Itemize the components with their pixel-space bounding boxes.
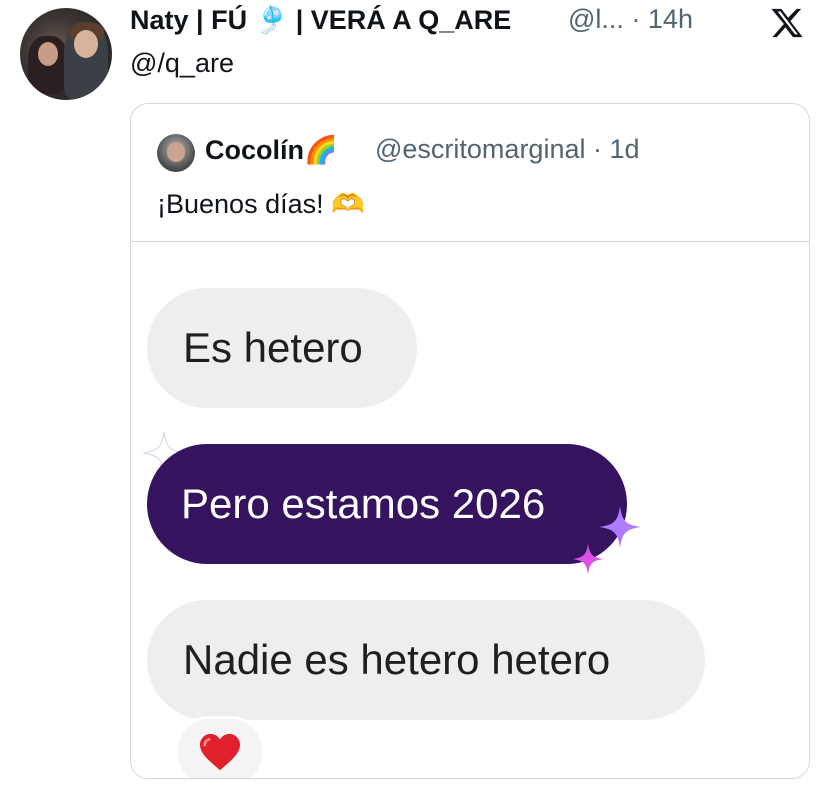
reaction-badge <box>175 716 265 778</box>
author-name[interactable]: Naty | FÚ 🎐 | VERÁ A Q_ARE <box>130 4 511 36</box>
author-avatar[interactable] <box>20 8 112 100</box>
quoted-author-avatar[interactable] <box>157 134 195 172</box>
sparkle-icon <box>572 543 604 575</box>
quoted-author-handle-time[interactable]: @escritomarginal · 1d <box>375 134 640 165</box>
quoted-tweet[interactable]: Cocolín🌈 @escritomarginal · 1d ¡Buenos d… <box>130 103 810 779</box>
quoted-tweet-text: ¡Buenos días! 🫶 <box>157 189 365 219</box>
chat-bubble-3: Nadie es hetero hetero <box>147 600 705 720</box>
avatar-face-right <box>74 30 98 58</box>
chat-bubble-2: Pero estamos 2026 <box>147 444 627 564</box>
x-logo-icon <box>771 8 803 38</box>
author-handle-time[interactable]: @l... · 14h <box>568 4 693 35</box>
replying-to-handle[interactable]: @/q_are <box>130 48 234 79</box>
heart-icon <box>200 733 240 771</box>
quoted-media-image[interactable]: Es hetero Pero estamos 2026 Nadie es het… <box>131 242 809 778</box>
avatar-face-left <box>38 42 58 66</box>
quoted-avatar-face <box>167 142 185 162</box>
quoted-author-name[interactable]: Cocolín🌈 <box>205 134 338 166</box>
tweet-header: Naty | FÚ 🎐 | VERÁ A Q_ARE @l... · 14h <box>130 4 808 38</box>
chat-bubble-1: Es hetero <box>147 288 417 408</box>
